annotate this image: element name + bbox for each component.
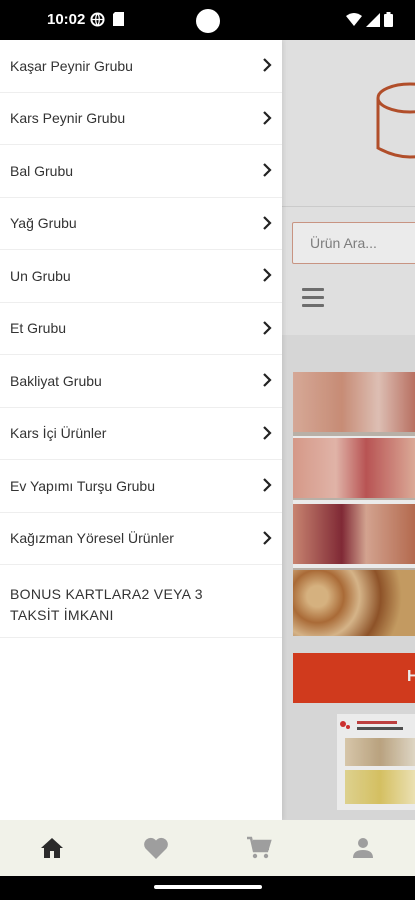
drawer-item-label: Bakliyat Grubu — [10, 372, 102, 389]
category-drawer: Kaşar Peynir Grubu Kars Peynir Grubu Bal… — [0, 40, 282, 820]
chevron-right-icon — [263, 530, 272, 545]
chevron-right-icon — [263, 163, 272, 177]
status-bar: 10:02 — [0, 0, 415, 40]
status-time: 10:02 — [47, 11, 86, 28]
drawer-item-label: Et Grubu — [10, 320, 67, 337]
drawer-item-bal[interactable]: Bal Grubu — [0, 145, 282, 198]
drawer-item-bakliyat[interactable]: Bakliyat Grubu — [0, 355, 282, 408]
nav-home-button[interactable] — [0, 820, 104, 876]
battery-icon — [384, 12, 393, 27]
chevron-right-icon — [263, 58, 272, 72]
cart-icon — [247, 836, 273, 859]
drawer-item-label: Yağ Grubu — [10, 215, 77, 232]
drawer-item-label: Kars İçi Ürünler — [10, 425, 107, 442]
drawer-item-label: Kaşar Peynir Grubu — [10, 57, 133, 74]
sim-icon — [113, 12, 124, 26]
drawer-item-bonus-taksit[interactable]: BONUS KARTLARA2 VEYA 3 TAKSİT İMKANI — [0, 565, 282, 638]
chevron-right-icon — [263, 373, 272, 387]
drawer-item-label: Ev Yapımı Turşu Grubu — [10, 477, 155, 494]
nav-cart-button[interactable] — [208, 820, 312, 876]
drawer-item-et[interactable]: Et Grubu — [0, 303, 282, 355]
wifi-icon — [346, 12, 362, 26]
profile-icon — [353, 838, 374, 858]
drawer-item-label: BONUS KARTLARA2 VEYA 3 TAKSİT İMKANI — [10, 586, 203, 623]
drawer-item-label: Un Grubu — [10, 267, 71, 284]
globe-icon — [90, 12, 105, 27]
gesture-handle[interactable] — [154, 885, 262, 889]
drawer-item-kars-peynir[interactable]: Kars Peynir Grubu — [0, 93, 282, 145]
drawer-item-kars-ici[interactable]: Kars İçi Ürünler — [0, 408, 282, 460]
drawer-item-label: Bal Grubu — [10, 162, 74, 179]
chevron-right-icon — [263, 215, 272, 230]
signal-icon — [366, 12, 380, 27]
drawer-scrim[interactable] — [282, 40, 415, 820]
status-right-icons — [346, 12, 393, 27]
drawer-item-yag[interactable]: Yağ Grubu — [0, 198, 282, 250]
drawer-item-tursu[interactable]: Ev Yapımı Turşu Grubu — [0, 460, 282, 513]
chevron-right-icon — [263, 320, 272, 335]
drawer-item-label: Kars Peynir Grubu — [10, 110, 126, 127]
drawer-item-un[interactable]: Un Grubu — [0, 250, 282, 303]
chevron-right-icon — [263, 110, 272, 125]
gesture-bar-area — [0, 876, 415, 900]
chevron-right-icon — [263, 425, 272, 440]
drawer-item-label: Kağızman Yöresel Ürünler — [10, 530, 174, 547]
chevron-right-icon — [263, 478, 272, 492]
nav-favorites-button[interactable] — [104, 820, 208, 876]
bottom-navigation — [0, 820, 415, 876]
drawer-item-kagizman[interactable]: Kağızman Yöresel Ürünler — [0, 513, 282, 565]
home-icon — [40, 838, 63, 858]
nav-profile-button[interactable] — [311, 820, 415, 876]
camera-cutout — [196, 9, 220, 33]
heart-icon — [143, 837, 168, 859]
drawer-item-kasar-peynir[interactable]: Kaşar Peynir Grubu — [0, 40, 282, 93]
chevron-right-icon — [263, 268, 272, 282]
